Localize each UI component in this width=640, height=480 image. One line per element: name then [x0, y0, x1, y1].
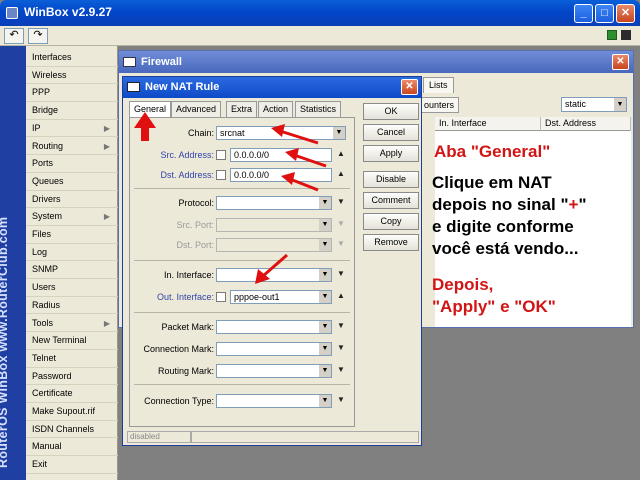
annotation-instructions: Clique em NAT depois no sinal "+" e digi… [432, 172, 587, 260]
arrow-src-address [285, 148, 327, 168]
plus-sign: + [568, 195, 579, 214]
arrow-chain [271, 124, 319, 145]
red-arrows [134, 112, 327, 284]
instruction-line: e digite conforme [432, 217, 574, 236]
arrow-dst-address [281, 172, 319, 192]
after-line: Depois, [432, 275, 494, 294]
arrow-general-tab [134, 112, 156, 141]
instruction-line-part: " [578, 195, 587, 214]
after-line: "Apply" e "OK" [432, 297, 556, 316]
instruction-line: você está vendo... [432, 239, 579, 258]
instruction-line: Clique em NAT [432, 173, 552, 192]
instruction-line: depois no sinal "+" [432, 194, 587, 216]
instruction-line-part: depois no sinal " [432, 195, 569, 214]
annotation-heading: Aba "General" [434, 142, 551, 161]
arrow-out-interface [255, 253, 288, 284]
annotation-after: Depois, "Apply" e "OK" [432, 274, 556, 318]
